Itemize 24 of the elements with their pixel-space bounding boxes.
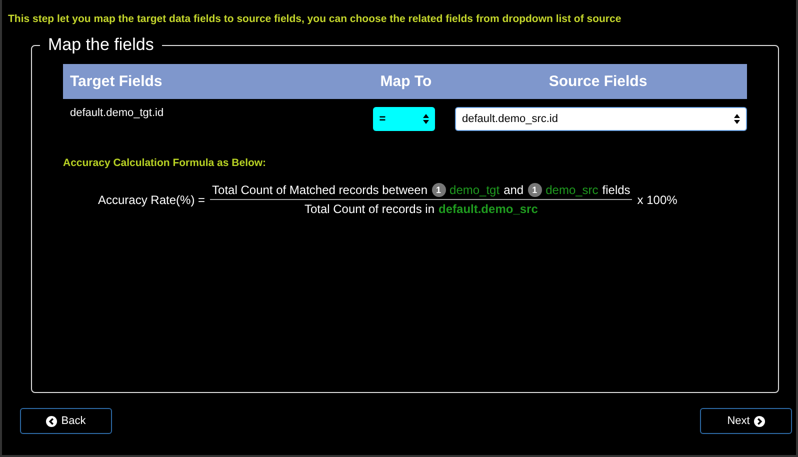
- column-header: Target Fields: [69, 73, 164, 90]
- formula-label: Accuracy Rate(%) =: [98, 192, 206, 206]
- table-name: demo_tgt: [450, 183, 500, 197]
- count-badge: 1: [528, 183, 542, 197]
- back-button[interactable]: Back: [20, 408, 112, 434]
- count-badge: 1: [432, 183, 446, 197]
- next-button[interactable]: Next: [700, 408, 792, 434]
- column-header: Source Fields: [548, 73, 648, 90]
- formula-text: fields: [602, 183, 630, 197]
- instruction-text: This step let you map the target data fields to source fields, you can choose the related fields from dropdown list of source: [7, 13, 622, 25]
- table-name: default.demo_src: [438, 202, 538, 216]
- updown-icon: [734, 114, 740, 124]
- operator-select[interactable]: =: [373, 107, 436, 131]
- formula-text: Total Count of records in: [304, 202, 435, 216]
- table-name: demo_src: [546, 183, 598, 197]
- column-header: Map To: [379, 73, 433, 90]
- source-field-select[interactable]: default.demo_src.id: [455, 107, 747, 131]
- formula-multiplier: x 100%: [637, 192, 678, 206]
- formula-text: and: [504, 183, 524, 197]
- formula-heading: Accuracy Calculation Formula as Below:: [63, 157, 268, 169]
- target-field: default.demo_tgt.id: [63, 99, 362, 119]
- fieldset-legend: Map the fields: [40, 35, 162, 55]
- formula-text: Total Count of Matched records between: [212, 183, 428, 197]
- updown-icon: [423, 114, 430, 124]
